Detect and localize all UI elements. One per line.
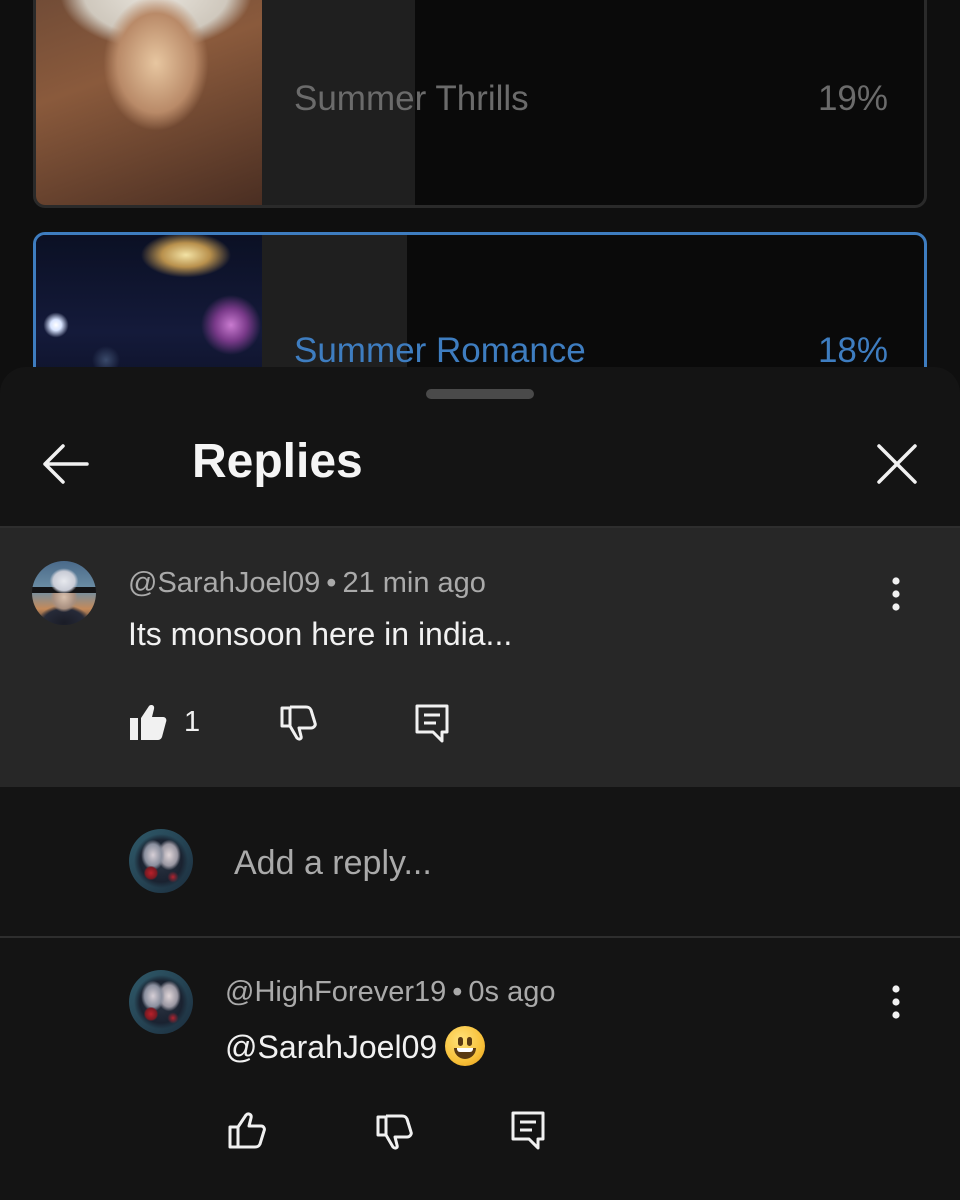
parent-comment: @SarahJoel09 • 21 min ago Its monsoon here…	[0, 528, 960, 787]
thumbs-down-icon	[376, 1114, 413, 1150]
poll-option-label: Summer Thrills	[294, 79, 529, 118]
reply-button[interactable]	[508, 1109, 548, 1151]
drag-handle[interactable]	[426, 389, 534, 399]
close-icon	[877, 444, 917, 484]
sheet-header: Replies	[0, 407, 960, 527]
poll-option-percent: 19%	[817, 79, 888, 118]
comment-icon	[511, 1111, 545, 1150]
add-reply-row	[0, 787, 960, 936]
reply-input[interactable]	[234, 841, 834, 885]
more-options-button[interactable]	[876, 974, 916, 1030]
poll-option-label: Summer Romance	[294, 331, 586, 370]
meta-separator: •	[326, 567, 337, 599]
sheet-title: Replies	[192, 435, 363, 488]
arrow-left-icon	[43, 444, 89, 484]
dislike-button[interactable]	[278, 702, 318, 742]
mention-link[interactable]: @SarahJoel09	[225, 1029, 437, 1065]
like-button[interactable]: 1	[128, 702, 200, 742]
avatar[interactable]	[32, 561, 96, 625]
dislike-button[interactable]	[374, 1111, 414, 1151]
like-button[interactable]	[226, 1111, 266, 1151]
back-button[interactable]	[30, 429, 100, 499]
reply-button[interactable]	[412, 702, 452, 744]
thumbs-up-filled-icon	[130, 705, 167, 740]
comment-meta: @HighForever19 • 0s ago	[225, 976, 556, 1009]
comment-time: 21 min ago	[342, 567, 486, 599]
like-count: 1	[184, 705, 201, 738]
poll-option-summer-thrills[interactable]: Summer Thrills 19%	[33, 0, 927, 208]
comment-time: 0s ago	[468, 976, 556, 1008]
close-button[interactable]	[862, 429, 932, 499]
comment-text: Its monsoon here in india...	[128, 616, 513, 652]
thumbs-down-icon	[280, 705, 317, 741]
comment-text: @SarahJoel09	[225, 1026, 486, 1066]
current-user-avatar	[129, 829, 193, 893]
poll-option-percent: 18%	[817, 331, 888, 370]
replies-sheet: Replies @SarahJoel09 • 21 min ago Its mons…	[0, 367, 960, 1200]
meta-separator: •	[452, 976, 463, 1008]
more-vertical-icon	[892, 577, 900, 611]
grinning-face-emoji	[445, 1026, 486, 1066]
thumbs-up-icon	[228, 1112, 266, 1149]
avatar[interactable]	[129, 970, 193, 1034]
more-vertical-icon	[892, 985, 900, 1019]
comment-author[interactable]: @SarahJoel09	[128, 567, 320, 599]
comment-author[interactable]: @HighForever19	[225, 976, 446, 1008]
reply-comment: @HighForever19 • 0s ago @SarahJoel09	[0, 938, 960, 1200]
comment-icon	[415, 704, 449, 743]
more-options-button[interactable]	[876, 566, 916, 622]
comment-meta: @SarahJoel09 • 21 min ago	[128, 567, 486, 600]
poll-option-thumbnail	[36, 0, 262, 205]
